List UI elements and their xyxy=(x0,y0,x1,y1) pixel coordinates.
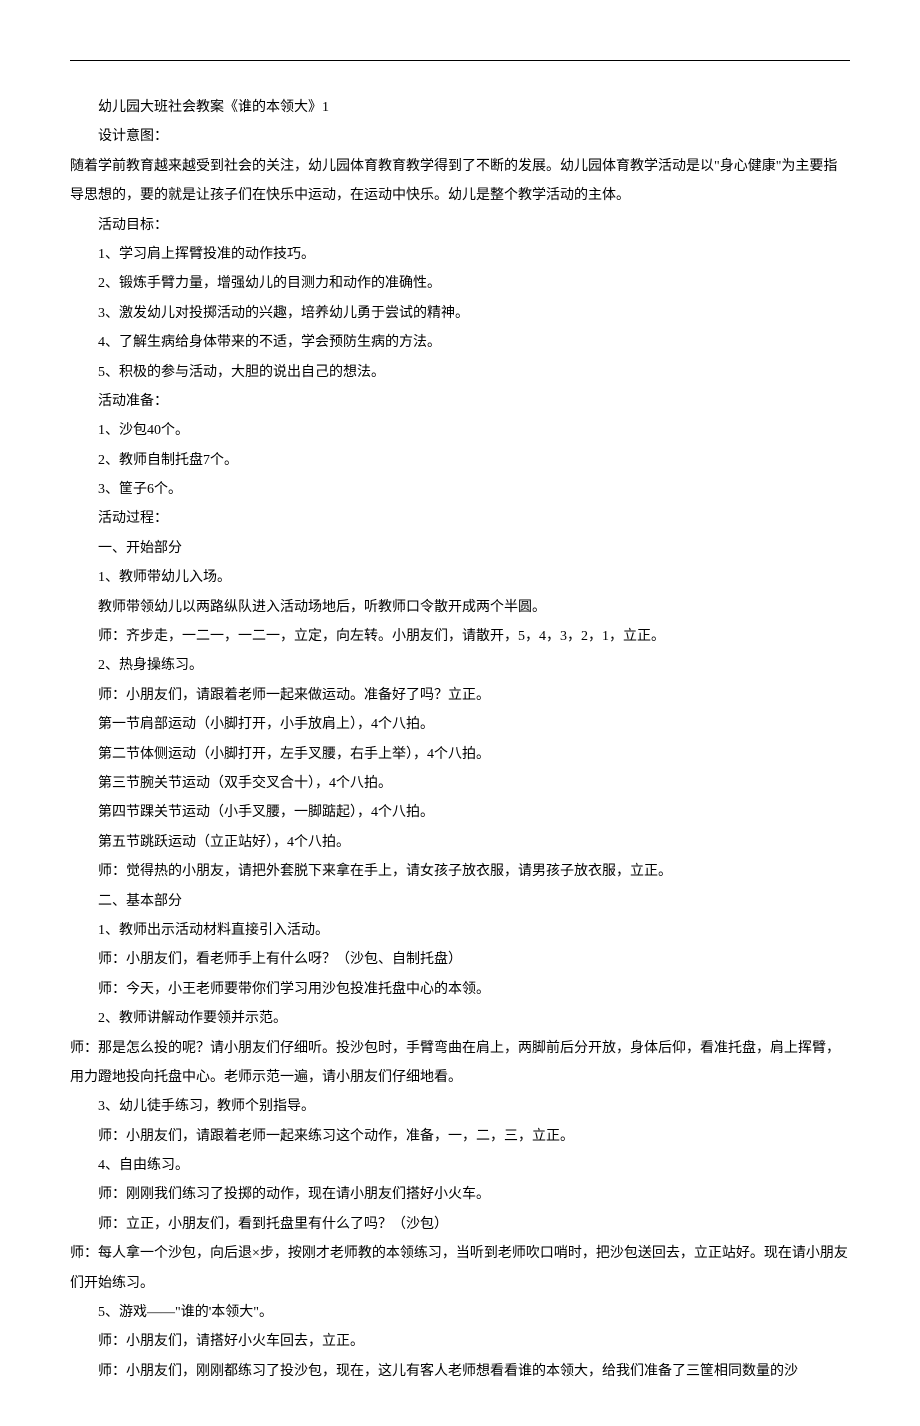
paragraph: 师：每人拿一个沙包，向后退×步，按刚才老师教的本领练习，当听到老师吹口哨时，把沙… xyxy=(70,1239,850,1298)
paragraph: 师：今天，小王老师要带你们学习用沙包投准托盘中心的本领。 xyxy=(70,975,850,1004)
paragraph: 教师带领幼儿以两路纵队进入活动场地后，听教师口令散开成两个半圆。 xyxy=(70,593,850,622)
paragraph: 4、自由练习。 xyxy=(70,1151,850,1180)
paragraph: 师：那是怎么投的呢？请小朋友们仔细听。投沙包时，手臂弯曲在肩上，两脚前后分开放，… xyxy=(70,1034,850,1093)
paragraph: 2、热身操练习。 xyxy=(70,651,850,680)
paragraph: 2、教师讲解动作要领并示范。 xyxy=(70,1004,850,1033)
paragraph: 一、开始部分 xyxy=(70,534,850,563)
paragraph: 第五节跳跃运动（立正站好），4个八拍。 xyxy=(70,828,850,857)
paragraph: 第一节肩部运动（小脚打开，小手放肩上），4个八拍。 xyxy=(70,710,850,739)
paragraph: 师：小朋友们，请跟着老师一起来做运动。准备好了吗？立正。 xyxy=(70,681,850,710)
paragraph: 5、游戏——"谁的'本领大"。 xyxy=(70,1298,850,1327)
paragraph: 第三节腕关节运动（双手交叉合十），4个八拍。 xyxy=(70,769,850,798)
paragraph: 3、筐子6个。 xyxy=(70,475,850,504)
paragraph: 3、激发幼儿对投掷活动的兴趣，培养幼儿勇于尝试的精神。 xyxy=(70,299,850,328)
paragraph: 1、学习肩上挥臂投准的动作技巧。 xyxy=(70,240,850,269)
top-rule xyxy=(70,60,850,61)
paragraph: 师：齐步走，一二一，一二一，立定，向左转。小朋友们，请散开，5，4，3，2，1，… xyxy=(70,622,850,651)
paragraph: 1、沙包40个。 xyxy=(70,416,850,445)
paragraph: 幼儿园大班社会教案《谁的本领大》1 xyxy=(70,93,850,122)
paragraph: 1、教师出示活动材料直接引入活动。 xyxy=(70,916,850,945)
paragraph: 2、锻炼手臂力量，增强幼儿的目测力和动作的准确性。 xyxy=(70,269,850,298)
paragraph: 师：小朋友们，刚刚都练习了投沙包，现在，这儿有客人老师想看看谁的本领大，给我们准… xyxy=(70,1357,850,1386)
paragraph: 师：立正，小朋友们，看到托盘里有什么了吗？（沙包） xyxy=(70,1210,850,1239)
paragraph: 师：小朋友们，请搭好小火车回去，立正。 xyxy=(70,1327,850,1356)
paragraph: 活动过程： xyxy=(70,504,850,533)
paragraph: 活动准备： xyxy=(70,387,850,416)
paragraph: 4、了解生病给身体带来的不适，学会预防生病的方法。 xyxy=(70,328,850,357)
paragraph: 师：小朋友们，看老师手上有什么呀？（沙包、自制托盘） xyxy=(70,945,850,974)
paragraph: 活动目标： xyxy=(70,211,850,240)
paragraph: 5、积极的参与活动，大胆的说出自己的想法。 xyxy=(70,358,850,387)
paragraph: 二、基本部分 xyxy=(70,887,850,916)
paragraph: 师：觉得热的小朋友，请把外套脱下来拿在手上，请女孩子放衣服，请男孩子放衣服，立正… xyxy=(70,857,850,886)
paragraph: 2、教师自制托盘7个。 xyxy=(70,446,850,475)
paragraph: 第二节体侧运动（小脚打开，左手叉腰，右手上举），4个八拍。 xyxy=(70,740,850,769)
paragraph: 设计意图： xyxy=(70,122,850,151)
document-body: 幼儿园大班社会教案《谁的本领大》1设计意图：随着学前教育越来越受到社会的关注，幼… xyxy=(70,93,850,1386)
paragraph: 3、幼儿徒手练习，教师个别指导。 xyxy=(70,1092,850,1121)
paragraph: 第四节踝关节运动（小手叉腰，一脚踮起），4个八拍。 xyxy=(70,798,850,827)
paragraph: 师：刚刚我们练习了投掷的动作，现在请小朋友们搭好小火车。 xyxy=(70,1180,850,1209)
paragraph: 1、教师带幼儿入场。 xyxy=(70,563,850,592)
paragraph: 随着学前教育越来越受到社会的关注，幼儿园体育教育教学得到了不断的发展。幼儿园体育… xyxy=(70,152,850,211)
paragraph: 师：小朋友们，请跟着老师一起来练习这个动作，准备，一，二，三，立正。 xyxy=(70,1122,850,1151)
